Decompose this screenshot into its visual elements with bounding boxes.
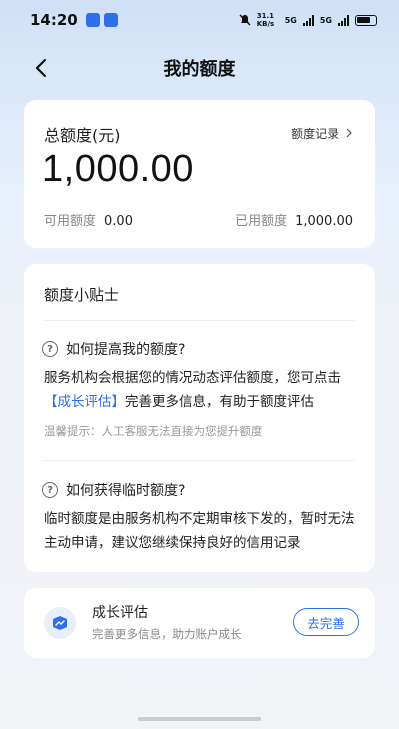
tip-answer-2: 临时额度是由服务机构不定期审核下发的，暂时无法主动申请，建议您继续保持良好的信用… bbox=[44, 511, 355, 551]
nav-bar: 我的额度 bbox=[0, 48, 399, 88]
growth-evaluation-link[interactable]: 【成长评估】 bbox=[44, 394, 125, 410]
signal-label-1: 5G bbox=[284, 15, 297, 25]
tip-answer-1-post: 完善更多信息，有助于额度评估 bbox=[125, 394, 314, 410]
signal-bars-icon bbox=[302, 14, 314, 26]
growth-evaluation-card[interactable]: 成长评估 完善更多信息，助力账户成长 去完善 bbox=[24, 588, 375, 658]
status-time: 14:20 bbox=[30, 11, 78, 29]
tip-question-1-text: 如何提高我的额度? bbox=[66, 342, 186, 358]
question-circle-icon: ? bbox=[42, 482, 58, 498]
growth-chart-icon bbox=[44, 607, 76, 639]
page-title: 我的额度 bbox=[163, 59, 236, 80]
status-bar: 14:20 31.1 KB/s 5G 5G bbox=[0, 0, 399, 40]
network-speed: 31.1 KB/s bbox=[256, 12, 275, 28]
status-indicators: 31.1 KB/s 5G 5G bbox=[239, 12, 377, 28]
app-notification-icon bbox=[85, 13, 100, 27]
available-quota-value: 0.00 bbox=[104, 214, 133, 229]
battery-icon bbox=[355, 14, 377, 26]
growth-subtitle: 完善更多信息，助力账户成长 bbox=[92, 627, 242, 641]
mute-bell-icon bbox=[239, 14, 251, 26]
chevron-left-icon bbox=[35, 58, 47, 78]
growth-title: 成长评估 bbox=[92, 605, 148, 621]
quota-card: 总额度(元) 额度记录 1,000.00 可用额度 0.00 已用额度 1,000.… bbox=[24, 100, 375, 248]
divider bbox=[44, 460, 355, 461]
back-button[interactable] bbox=[30, 56, 54, 80]
used-quota-value: 1,000.00 bbox=[295, 214, 353, 229]
tip-question-2: ? 如何获得临时额度? bbox=[42, 480, 185, 500]
tip-question-1: ? 如何提高我的额度? bbox=[42, 339, 185, 359]
signal-label-2: 5G bbox=[319, 15, 332, 25]
used-quota: 已用额度 1,000.00 bbox=[235, 210, 353, 229]
divider bbox=[44, 320, 355, 321]
tip-hint: 温馨提示：人工客服无法直接为您提升额度 bbox=[44, 424, 263, 438]
quota-records-link[interactable]: 额度记录 bbox=[291, 125, 353, 142]
total-quota-amount: 1,000.00 bbox=[42, 148, 194, 190]
chevron-right-icon bbox=[346, 128, 352, 138]
tips-card: 额度小贴士 ? 如何提高我的额度? 服务机构会根据您的情况动态评估额度，您可点击… bbox=[24, 264, 375, 572]
tip-answer-1-pre: 服务机构会根据您的情况动态评估额度，您可点击 bbox=[44, 370, 341, 386]
available-quota: 可用额度 0.00 bbox=[44, 210, 133, 229]
total-quota-label: 总额度(元) bbox=[44, 126, 121, 145]
quota-records-label: 额度记录 bbox=[291, 127, 340, 141]
home-indicator[interactable] bbox=[138, 717, 261, 721]
signal-bars-icon-2 bbox=[338, 14, 349, 26]
complete-info-button[interactable]: 去完善 bbox=[293, 608, 359, 636]
tip-answer-1: 服务机构会根据您的情况动态评估额度，您可点击【成长评估】完善更多信息，有助于额度… bbox=[44, 366, 359, 414]
used-quota-label: 已用额度 bbox=[235, 214, 288, 229]
app-notification-icon-2 bbox=[103, 13, 118, 27]
question-circle-icon: ? bbox=[42, 341, 58, 357]
available-quota-label: 可用额度 bbox=[44, 214, 97, 229]
tip-question-2-text: 如何获得临时额度? bbox=[66, 483, 186, 499]
tips-title: 额度小贴士 bbox=[44, 286, 120, 304]
